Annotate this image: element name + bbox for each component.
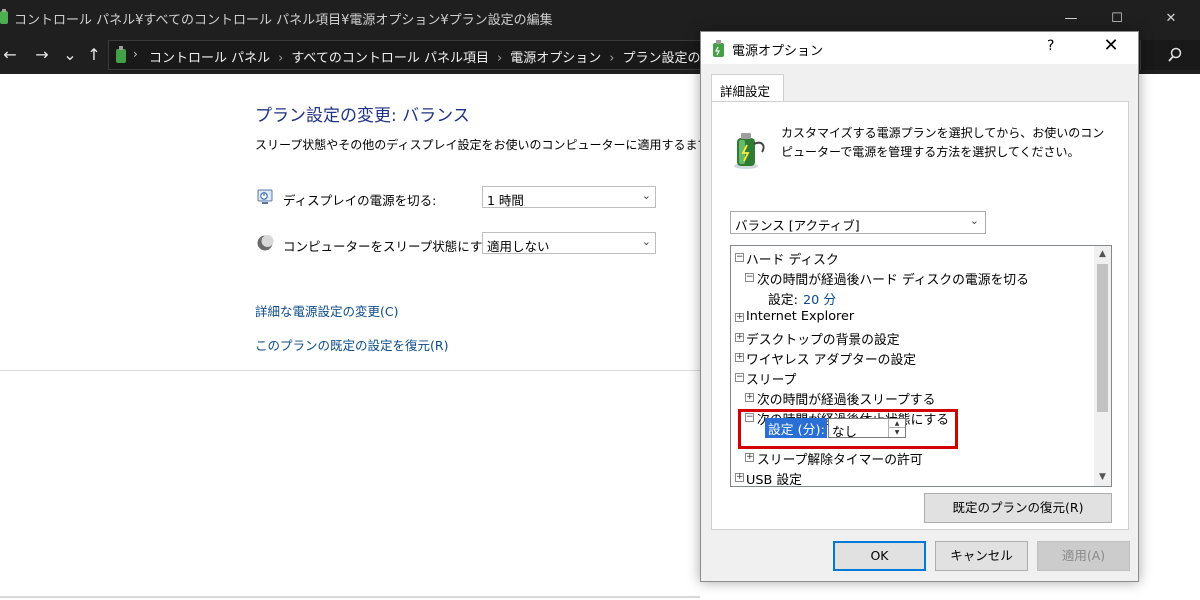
display-off-select[interactable]: 1 時間 ⌄ [482,186,656,208]
divider [0,370,700,371]
chevron-right-icon: › [497,51,503,66]
back-button[interactable]: ← [0,44,20,64]
highlight-box [738,409,958,449]
chevron-down-icon: ⌄ [641,235,651,248]
page-description: スリープ状態やその他のディスプレイ設定をお使いのコンピューターに適用するまでの時 [255,138,700,152]
recent-locations-button[interactable]: ⌄ [60,44,80,64]
collapse-icon[interactable]: − [745,273,754,282]
scroll-down-icon[interactable]: ▼ [1094,469,1111,486]
display-off-value: 1 時間 [487,193,524,208]
chevron-right-icon: › [278,51,284,66]
chevron-right-icon: › [609,51,615,66]
expand-icon[interactable]: + [735,313,744,322]
breadcrumb-item-control-panel[interactable]: コントロール パネル [149,51,270,66]
minimize-icon: — [1064,10,1078,26]
close-window-button[interactable]: ✕ [1148,0,1194,36]
ok-button[interactable]: OK [833,541,926,571]
breadcrumb-item-all-items[interactable]: すべてのコントロール パネル項目 [291,51,489,66]
tab-advanced-settings[interactable]: 詳細設定 [711,74,784,102]
apply-button[interactable]: 適用(A) [1037,541,1130,571]
collapse-icon[interactable]: − [735,253,744,262]
sleep-value: 適用しない [487,239,550,254]
dialog-intro-text: カスタマイズする電源プランを選択してから、お使いのコンピューターで電源を管理する… [781,126,1105,159]
chevron-down-icon: ⌄ [63,44,77,64]
cancel-button[interactable]: キャンセル [935,541,1028,571]
divider [0,596,700,598]
plan-value: バランス [アクティブ] [735,218,860,233]
restore-plan-button[interactable]: 既定のプランの復元(R) [924,493,1112,523]
address-bar[interactable]: › コントロール パネル › すべてのコントロール パネル項目 › 電源オプション › プラ… [108,40,726,70]
collapse-icon[interactable]: − [735,373,744,382]
breadcrumb-item-power-options[interactable]: 電源オプション [510,51,601,66]
sleep-label: コンピューターをスリープ状態にする: [283,239,500,254]
expand-icon[interactable]: + [745,453,754,462]
help-button[interactable]: ? [1047,38,1054,54]
expand-icon[interactable]: + [735,333,744,342]
search-box[interactable] [1140,40,1200,70]
breadcrumb: コントロール パネル › すべてのコントロール パネル項目 › 電源オプション › プラン設… [149,47,726,66]
scrollbar-thumb[interactable] [1097,264,1108,412]
tab-label: 詳細設定 [720,84,771,99]
search-icon [1168,47,1182,62]
advanced-settings-panel: カスタマイズする電源プランを選択してから、お使いのコンピューターで電源を管理する… [711,101,1129,530]
plan-select[interactable]: バランス [アクティブ] ⌄ [730,211,986,234]
power-options-icon [116,46,126,63]
battery-power-icon [734,133,765,169]
maximize-icon: ☐ [1111,10,1123,26]
up-arrow-icon: ↑ [87,44,101,64]
close-icon: ✕ [1165,10,1177,26]
advanced-settings-link[interactable]: 詳細な電源設定の変更(C) [255,301,398,320]
forward-arrow-icon: → [35,44,49,64]
window-title: コントロール パネル¥すべてのコントロール パネル項目¥電源オプション¥プラン設… [14,13,553,28]
scroll-up-icon[interactable]: ▲ [1094,246,1111,263]
expand-icon[interactable]: + [735,473,744,482]
power-options-icon [0,9,8,24]
forward-button[interactable]: → [32,44,52,64]
restore-defaults-link[interactable]: このプランの既定の設定を復元(R) [255,335,448,354]
hard-disk-setting-value[interactable]: 20 分 [803,289,836,308]
up-button[interactable]: ↑ [84,44,104,64]
monitor-icon [257,189,273,204]
moon-icon [257,235,274,251]
sleep-select[interactable]: 適用しない ⌄ [482,232,656,254]
dialog-titlebar: 電源オプション ? ✕ [701,32,1138,64]
settings-tree[interactable]: − ハード ディスク − 次の時間が経過後ハード ディスクの電源を切る 設定: … [730,245,1112,487]
power-options-dialog: 電源オプション ? ✕ 詳細設定 カスタマイズする電源プランを選択してから、お使… [700,31,1139,582]
chevron-right-icon: › [133,47,138,61]
page-title: プラン設定の変更: バランス [255,106,470,126]
dialog-title: 電源オプション [732,44,824,59]
expand-icon[interactable]: + [735,353,744,362]
expand-icon[interactable]: + [745,393,754,402]
display-off-label: ディスプレイの電源を切る: [283,193,437,208]
chevron-down-icon: ⌄ [641,189,651,202]
dialog-close-button[interactable]: ✕ [1099,35,1123,56]
tree-scrollbar[interactable]: ▲ ▼ [1094,246,1111,486]
back-arrow-icon: ← [3,44,17,64]
power-options-icon [713,40,724,57]
chevron-down-icon: ⌄ [969,214,979,227]
